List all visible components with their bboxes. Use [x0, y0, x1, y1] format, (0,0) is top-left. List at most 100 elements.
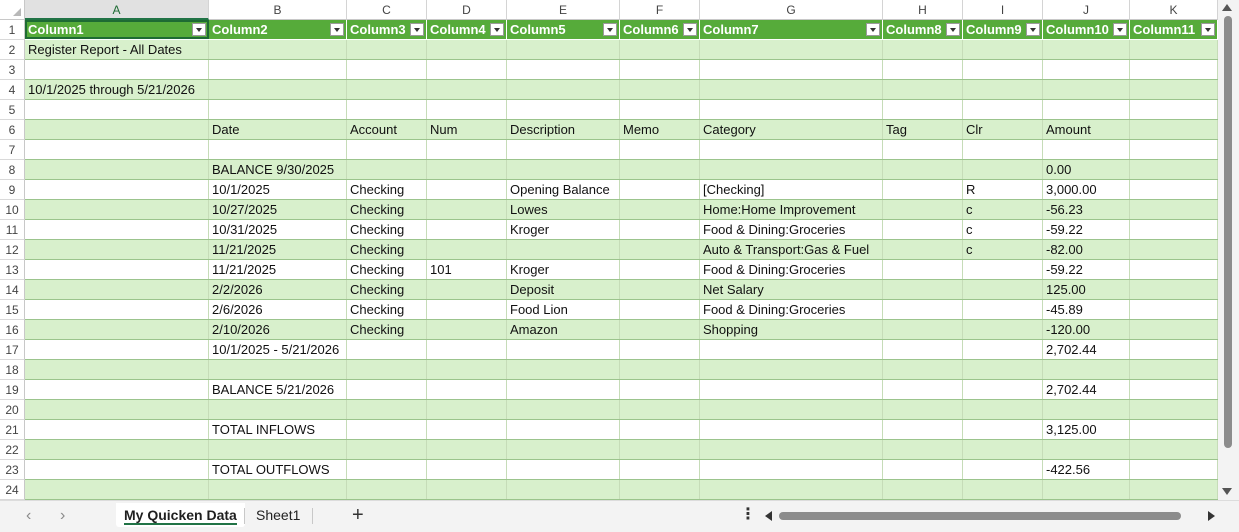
cell-d3[interactable]: [427, 60, 507, 79]
cell-f19[interactable]: [620, 380, 700, 399]
cell-h17[interactable]: [883, 340, 963, 359]
cell-h3[interactable]: [883, 60, 963, 79]
row-header-14[interactable]: 14: [0, 280, 25, 300]
cell-i10[interactable]: c: [963, 200, 1043, 219]
cell-c22[interactable]: [347, 440, 427, 459]
scroll-right-arrow-icon[interactable]: [1208, 511, 1215, 521]
row-header-9[interactable]: 9: [0, 180, 25, 200]
header-cell-g[interactable]: Column7: [700, 20, 883, 39]
cell-k23[interactable]: [1130, 460, 1218, 479]
cell-j5[interactable]: [1043, 100, 1130, 119]
row-header-11[interactable]: 11: [0, 220, 25, 240]
scroll-up-arrow-icon[interactable]: [1222, 4, 1232, 11]
filter-dropdown-icon[interactable]: [1113, 23, 1127, 36]
column-header-g[interactable]: G: [700, 0, 883, 20]
cell-h7[interactable]: [883, 140, 963, 159]
cell-k20[interactable]: [1130, 400, 1218, 419]
cell-e23[interactable]: [507, 460, 620, 479]
header-cell-h[interactable]: Column8: [883, 20, 963, 39]
cell-a15[interactable]: [25, 300, 209, 319]
cell-c17[interactable]: [347, 340, 427, 359]
cell-e21[interactable]: [507, 420, 620, 439]
cell-g16[interactable]: Shopping: [700, 320, 883, 339]
cell-i13[interactable]: [963, 260, 1043, 279]
cell-b7[interactable]: [209, 140, 347, 159]
previous-sheet-icon[interactable]: ‹: [26, 507, 31, 525]
cell-i2[interactable]: [963, 40, 1043, 59]
header-cell-k[interactable]: Column11: [1130, 20, 1218, 39]
cell-h6[interactable]: Tag: [883, 120, 963, 139]
column-header-i[interactable]: I: [963, 0, 1043, 20]
cell-a6[interactable]: [25, 120, 209, 139]
cell-a19[interactable]: [25, 380, 209, 399]
cell-e17[interactable]: [507, 340, 620, 359]
cell-e6[interactable]: Description: [507, 120, 620, 139]
cell-e15[interactable]: Food Lion: [507, 300, 620, 319]
column-header-k[interactable]: K: [1130, 0, 1218, 20]
cell-d11[interactable]: [427, 220, 507, 239]
cell-d16[interactable]: [427, 320, 507, 339]
cell-a12[interactable]: [25, 240, 209, 259]
cell-k17[interactable]: [1130, 340, 1218, 359]
cell-b11[interactable]: 10/31/2025: [209, 220, 347, 239]
cell-i4[interactable]: [963, 80, 1043, 99]
cell-j16[interactable]: -120.00: [1043, 320, 1130, 339]
cell-c13[interactable]: Checking: [347, 260, 427, 279]
cell-i8[interactable]: [963, 160, 1043, 179]
cell-j17[interactable]: 2,702.44: [1043, 340, 1130, 359]
cell-h4[interactable]: [883, 80, 963, 99]
filter-dropdown-icon[interactable]: [946, 23, 960, 36]
cell-g10[interactable]: Home:Home Improvement: [700, 200, 883, 219]
cell-a16[interactable]: [25, 320, 209, 339]
cell-g11[interactable]: Food & Dining:Groceries: [700, 220, 883, 239]
cell-e9[interactable]: Opening Balance: [507, 180, 620, 199]
cell-c2[interactable]: [347, 40, 427, 59]
cell-h20[interactable]: [883, 400, 963, 419]
cell-f17[interactable]: [620, 340, 700, 359]
cell-e2[interactable]: [507, 40, 620, 59]
cell-a2[interactable]: Register Report - All Dates: [25, 40, 209, 59]
cell-d19[interactable]: [427, 380, 507, 399]
cell-h11[interactable]: [883, 220, 963, 239]
cell-j2[interactable]: [1043, 40, 1130, 59]
header-cell-e[interactable]: Column5: [507, 20, 620, 39]
cell-d6[interactable]: Num: [427, 120, 507, 139]
row-header-20[interactable]: 20: [0, 400, 25, 420]
cell-a5[interactable]: [25, 100, 209, 119]
cell-a10[interactable]: [25, 200, 209, 219]
cell-b13[interactable]: 11/21/2025: [209, 260, 347, 279]
cell-k3[interactable]: [1130, 60, 1218, 79]
cell-i5[interactable]: [963, 100, 1043, 119]
cell-c11[interactable]: Checking: [347, 220, 427, 239]
row-header-15[interactable]: 15: [0, 300, 25, 320]
cell-i17[interactable]: [963, 340, 1043, 359]
cell-d13[interactable]: 101: [427, 260, 507, 279]
filter-dropdown-icon[interactable]: [1201, 23, 1215, 36]
header-cell-d[interactable]: Column4: [427, 20, 507, 39]
cell-j11[interactable]: -59.22: [1043, 220, 1130, 239]
cell-a22[interactable]: [25, 440, 209, 459]
more-options-icon[interactable]: ⋮: [740, 505, 756, 525]
cell-a7[interactable]: [25, 140, 209, 159]
filter-dropdown-icon[interactable]: [603, 23, 617, 36]
row-header-13[interactable]: 13: [0, 260, 25, 280]
filter-dropdown-icon[interactable]: [410, 23, 424, 36]
cell-j21[interactable]: 3,125.00: [1043, 420, 1130, 439]
cell-c20[interactable]: [347, 400, 427, 419]
cell-g8[interactable]: [700, 160, 883, 179]
column-header-f[interactable]: F: [620, 0, 700, 20]
cell-k21[interactable]: [1130, 420, 1218, 439]
cell-d10[interactable]: [427, 200, 507, 219]
cell-g5[interactable]: [700, 100, 883, 119]
cell-j9[interactable]: 3,000.00: [1043, 180, 1130, 199]
cell-g4[interactable]: [700, 80, 883, 99]
row-header-17[interactable]: 17: [0, 340, 25, 360]
cell-g12[interactable]: Auto & Transport:Gas & Fuel: [700, 240, 883, 259]
cell-h14[interactable]: [883, 280, 963, 299]
cell-j4[interactable]: [1043, 80, 1130, 99]
cell-j18[interactable]: [1043, 360, 1130, 379]
column-header-d[interactable]: D: [427, 0, 507, 20]
cell-e12[interactable]: [507, 240, 620, 259]
cell-b3[interactable]: [209, 60, 347, 79]
cell-a17[interactable]: [25, 340, 209, 359]
